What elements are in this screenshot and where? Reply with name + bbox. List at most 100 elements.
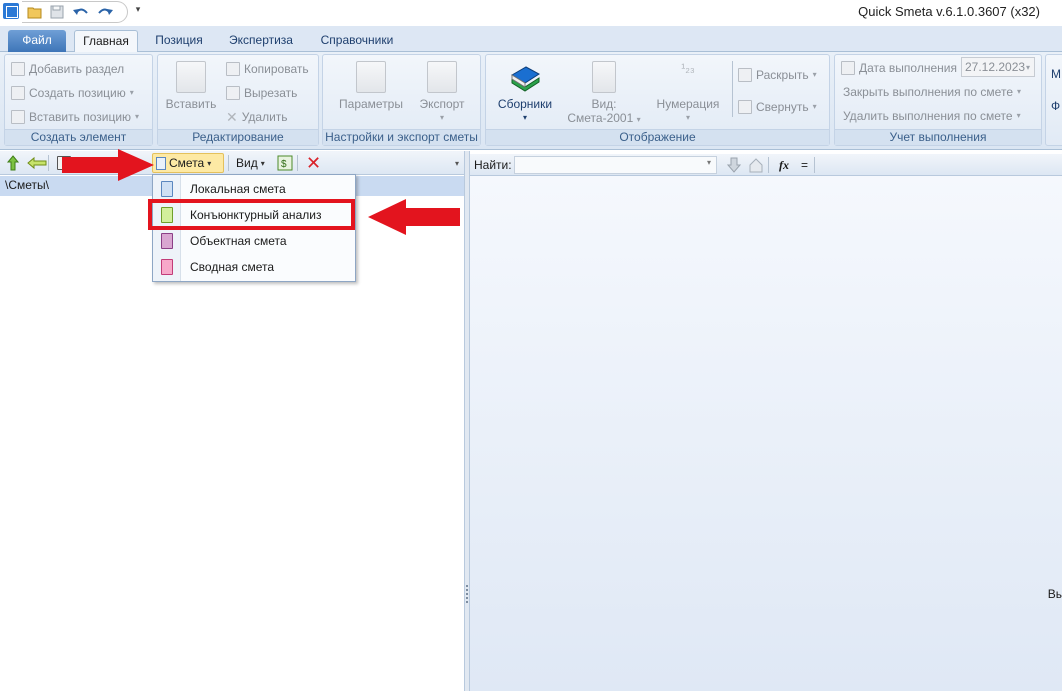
parameters-icon <box>356 61 386 93</box>
tab-position[interactable]: Позиция <box>146 30 212 52</box>
collapse-button[interactable]: Свернуть ▾ <box>738 97 817 117</box>
expand-button[interactable]: Раскрыть ▾ <box>738 65 817 85</box>
splitter-grip-icon[interactable] <box>466 585 468 603</box>
create-position-button[interactable]: Создать позицию ▾ <box>11 83 134 103</box>
close-progress-button[interactable]: Закрыть выполнения по смете ▾ <box>843 82 1021 102</box>
chevron-down-icon: ▾ <box>685 113 690 122</box>
refresh-money-icon[interactable]: $ <box>274 153 296 173</box>
delete-icon: ✕ <box>226 109 238 125</box>
search-next-icon[interactable] <box>724 155 744 175</box>
smeta-dropdown-button[interactable]: Смета ▾ <box>152 153 224 173</box>
chevron-down-icon: ▾ <box>260 158 265 168</box>
chevron-down-icon[interactable]: ▾ <box>707 158 711 167</box>
red-arrow-right-icon <box>62 149 154 181</box>
tab-file[interactable]: Файл <box>8 30 66 52</box>
object-estimate-icon <box>161 233 173 249</box>
chevron-down-icon: ▾ <box>812 102 817 111</box>
numbering-button[interactable]: ¹₂₃ Нумерация ▾ <box>650 61 726 125</box>
highlight-box <box>148 199 355 230</box>
delete-icon[interactable]: ✕ <box>303 153 324 173</box>
chevron-down-icon: ▾ <box>1017 87 1022 96</box>
menu-item-summary-estimate[interactable]: Сводная смета <box>154 255 354 279</box>
group-create-element: Добавить раздел Создать позицию ▾ Встави… <box>4 54 153 146</box>
tab-references[interactable]: Справочники <box>310 30 404 52</box>
paste-button[interactable]: Вставить <box>164 61 218 111</box>
expand-icon <box>738 68 752 82</box>
export-button[interactable]: Экспорт ▾ <box>411 61 473 125</box>
add-section-icon <box>11 62 25 76</box>
formula-icon[interactable]: fx <box>776 155 792 175</box>
chevron-down-icon: ▾ <box>439 113 444 122</box>
summary-estimate-icon <box>161 259 173 275</box>
undo-icon[interactable] <box>72 4 90 20</box>
equals-button[interactable]: = <box>798 155 811 175</box>
separator <box>297 155 298 171</box>
add-section-button[interactable]: Добавить раздел <box>11 59 124 79</box>
separator <box>48 155 49 171</box>
svg-text:$: $ <box>281 159 287 170</box>
chevron-down-icon: ▾ <box>207 158 212 168</box>
progress-date-input[interactable]: 27.12.2023 ▾ <box>961 57 1035 77</box>
chevron-down-icon: ▾ <box>1025 63 1030 72</box>
books-icon <box>508 61 542 93</box>
group-label-editing: Редактирование <box>158 129 318 145</box>
numbering-icon: ¹₂₃ <box>681 61 695 75</box>
ribbon: Добавить раздел Создать позицию ▾ Встави… <box>0 52 1062 150</box>
create-position-icon <box>11 86 25 100</box>
tab-home[interactable]: Главная <box>74 30 138 53</box>
parameters-button[interactable]: Параметры <box>333 61 409 111</box>
back-arrow-icon[interactable] <box>24 153 50 173</box>
group-settings-export: Параметры Экспорт ▾ Настройки и экспорт … <box>322 54 481 146</box>
chevron-down-icon: ▾ <box>129 88 134 97</box>
search-home-icon[interactable] <box>746 155 766 175</box>
find-label: Найти: <box>474 158 512 172</box>
quick-access-toolbar <box>22 1 128 23</box>
cut-icon <box>226 86 240 100</box>
group-label-settings: Настройки и экспорт сметы <box>323 129 480 145</box>
menu-item-object-estimate[interactable]: Объектная смета <box>154 229 354 253</box>
menu-item-local-estimate[interactable]: Локальная смета <box>154 177 354 201</box>
cut-off-text: Вь <box>1047 587 1062 601</box>
remove-progress-button[interactable]: Удалить выполнения по смете ▾ <box>843 106 1021 126</box>
up-arrow-icon[interactable] <box>3 153 23 173</box>
collections-button[interactable]: Сборники ▾ <box>492 61 558 125</box>
view-dropdown-button[interactable]: Вид ▾ <box>233 153 268 173</box>
search-input[interactable] <box>514 156 717 174</box>
paste-icon <box>176 61 206 93</box>
app-icon[interactable] <box>3 3 19 19</box>
chevron-down-icon: ▾ <box>135 112 140 121</box>
ribbon-tabs: Файл Главная Позиция Экспертиза Справочн… <box>0 26 1062 53</box>
document-icon <box>156 156 166 170</box>
title-bar: ▾ Quick Smeta v.6.1.0.3607 (x32) <box>0 0 1062 26</box>
copy-icon <box>226 62 240 76</box>
insert-position-icon <box>11 110 25 124</box>
estimate-content-panel[interactable] <box>470 176 1062 691</box>
save-icon[interactable] <box>48 4 66 20</box>
search-toolbar: Найти: ▾ fx = <box>470 154 1062 176</box>
ribbon-edge-text: М <box>1051 67 1061 81</box>
delete-button[interactable]: ✕ Удалить <box>226 107 288 127</box>
cut-button[interactable]: Вырезать <box>226 83 297 103</box>
ribbon-edge-text: Ф <box>1051 99 1061 113</box>
toolbar-overflow-icon[interactable]: ▾ <box>452 153 462 173</box>
copy-button[interactable]: Копировать <box>226 59 309 79</box>
group-label-create: Создать элемент <box>5 129 152 145</box>
tab-expertise[interactable]: Экспертиза <box>220 30 302 52</box>
group-label-display: Отображение <box>486 129 829 145</box>
window-title: Quick Smeta v.6.1.0.3607 (x32) <box>858 4 1040 19</box>
group-display: Сборники ▾ Вид: Смета-2001 ▾ ¹₂₃ Нумерац… <box>485 54 830 146</box>
checkbox-icon <box>841 61 855 75</box>
path-text: \Сметы\ <box>5 178 49 192</box>
separator <box>228 155 229 171</box>
qat-customize-dropdown[interactable]: ▾ <box>133 4 143 18</box>
progress-date-field[interactable]: Дата выполнения <box>841 58 957 78</box>
separator <box>768 157 769 173</box>
view-button[interactable]: Вид: Смета-2001 ▾ <box>564 61 644 127</box>
collapse-icon <box>738 100 752 114</box>
separator <box>814 157 815 173</box>
export-icon <box>427 61 457 93</box>
chevron-down-icon: ▾ <box>522 113 527 122</box>
open-icon[interactable] <box>26 4 44 20</box>
redo-icon[interactable] <box>96 4 114 20</box>
insert-position-button[interactable]: Вставить позицию ▾ <box>11 107 139 127</box>
